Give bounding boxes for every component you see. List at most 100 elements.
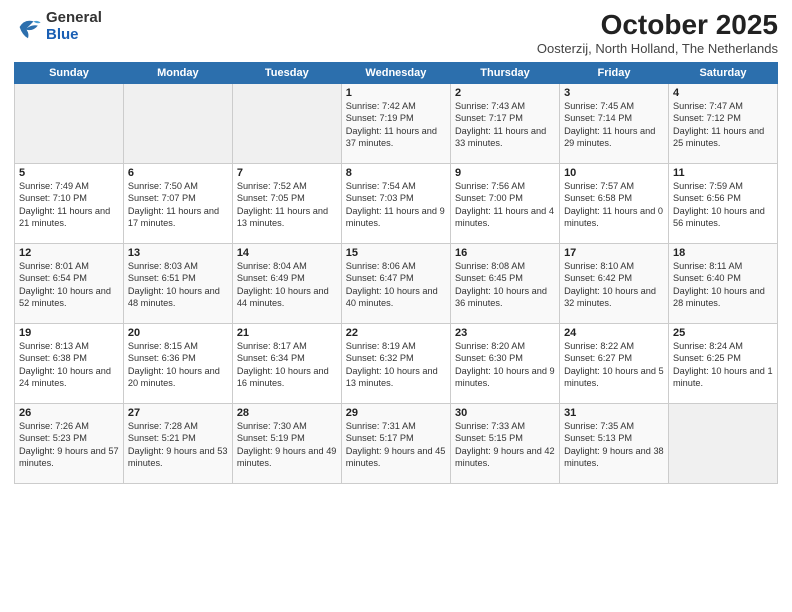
- day-info: Sunrise: 7:43 AM Sunset: 7:17 PM Dayligh…: [455, 100, 555, 150]
- table-row: 9Sunrise: 7:56 AM Sunset: 7:00 PM Daylig…: [451, 163, 560, 243]
- table-row: 26Sunrise: 7:26 AM Sunset: 5:23 PM Dayli…: [15, 403, 124, 483]
- calendar-week-row: 19Sunrise: 8:13 AM Sunset: 6:38 PM Dayli…: [15, 323, 778, 403]
- day-info: Sunrise: 7:28 AM Sunset: 5:21 PM Dayligh…: [128, 420, 228, 470]
- day-info: Sunrise: 8:17 AM Sunset: 6:34 PM Dayligh…: [237, 340, 337, 390]
- day-info: Sunrise: 7:57 AM Sunset: 6:58 PM Dayligh…: [564, 180, 664, 230]
- logo-general: General: [46, 9, 102, 26]
- table-row: 16Sunrise: 8:08 AM Sunset: 6:45 PM Dayli…: [451, 243, 560, 323]
- day-number: 23: [455, 327, 555, 339]
- table-row: 5Sunrise: 7:49 AM Sunset: 7:10 PM Daylig…: [15, 163, 124, 243]
- day-info: Sunrise: 7:52 AM Sunset: 7:05 PM Dayligh…: [237, 180, 337, 230]
- table-row: 30Sunrise: 7:33 AM Sunset: 5:15 PM Dayli…: [451, 403, 560, 483]
- table-row: 11Sunrise: 7:59 AM Sunset: 6:56 PM Dayli…: [668, 163, 777, 243]
- day-number: 30: [455, 407, 555, 419]
- day-info: Sunrise: 8:24 AM Sunset: 6:25 PM Dayligh…: [673, 340, 773, 390]
- table-row: 1Sunrise: 7:42 AM Sunset: 7:19 PM Daylig…: [341, 83, 450, 163]
- calendar-week-row: 26Sunrise: 7:26 AM Sunset: 5:23 PM Dayli…: [15, 403, 778, 483]
- day-number: 22: [346, 327, 446, 339]
- day-number: 31: [564, 407, 664, 419]
- day-number: 16: [455, 247, 555, 259]
- day-info: Sunrise: 7:30 AM Sunset: 5:19 PM Dayligh…: [237, 420, 337, 470]
- day-number: 25: [673, 327, 773, 339]
- table-row: [15, 83, 124, 163]
- day-info: Sunrise: 7:31 AM Sunset: 5:17 PM Dayligh…: [346, 420, 446, 470]
- logo-icon: [14, 13, 42, 41]
- day-number: 15: [346, 247, 446, 259]
- day-number: 28: [237, 407, 337, 419]
- day-info: Sunrise: 8:04 AM Sunset: 6:49 PM Dayligh…: [237, 260, 337, 310]
- day-info: Sunrise: 8:08 AM Sunset: 6:45 PM Dayligh…: [455, 260, 555, 310]
- table-row: 22Sunrise: 8:19 AM Sunset: 6:32 PM Dayli…: [341, 323, 450, 403]
- table-row: 8Sunrise: 7:54 AM Sunset: 7:03 PM Daylig…: [341, 163, 450, 243]
- logo-blue: Blue: [46, 26, 79, 43]
- day-info: Sunrise: 7:35 AM Sunset: 5:13 PM Dayligh…: [564, 420, 664, 470]
- table-row: 3Sunrise: 7:45 AM Sunset: 7:14 PM Daylig…: [560, 83, 669, 163]
- day-number: 11: [673, 167, 773, 179]
- col-tuesday: Tuesday: [232, 62, 341, 83]
- table-row: 18Sunrise: 8:11 AM Sunset: 6:40 PM Dayli…: [668, 243, 777, 323]
- table-row: 7Sunrise: 7:52 AM Sunset: 7:05 PM Daylig…: [232, 163, 341, 243]
- day-number: 18: [673, 247, 773, 259]
- table-row: 6Sunrise: 7:50 AM Sunset: 7:07 PM Daylig…: [123, 163, 232, 243]
- day-number: 14: [237, 247, 337, 259]
- table-row: [123, 83, 232, 163]
- day-info: Sunrise: 7:54 AM Sunset: 7:03 PM Dayligh…: [346, 180, 446, 230]
- day-number: 3: [564, 87, 664, 99]
- day-number: 24: [564, 327, 664, 339]
- day-number: 20: [128, 327, 228, 339]
- day-number: 10: [564, 167, 664, 179]
- table-row: [668, 403, 777, 483]
- calendar-week-row: 5Sunrise: 7:49 AM Sunset: 7:10 PM Daylig…: [15, 163, 778, 243]
- day-info: Sunrise: 7:56 AM Sunset: 7:00 PM Dayligh…: [455, 180, 555, 230]
- day-number: 8: [346, 167, 446, 179]
- day-number: 27: [128, 407, 228, 419]
- day-info: Sunrise: 8:13 AM Sunset: 6:38 PM Dayligh…: [19, 340, 119, 390]
- table-row: 17Sunrise: 8:10 AM Sunset: 6:42 PM Dayli…: [560, 243, 669, 323]
- table-row: 19Sunrise: 8:13 AM Sunset: 6:38 PM Dayli…: [15, 323, 124, 403]
- col-friday: Friday: [560, 62, 669, 83]
- day-number: 2: [455, 87, 555, 99]
- table-row: 10Sunrise: 7:57 AM Sunset: 6:58 PM Dayli…: [560, 163, 669, 243]
- day-info: Sunrise: 8:20 AM Sunset: 6:30 PM Dayligh…: [455, 340, 555, 390]
- day-number: 1: [346, 87, 446, 99]
- day-info: Sunrise: 7:42 AM Sunset: 7:19 PM Dayligh…: [346, 100, 446, 150]
- title-block: October 2025 Oosterzij, North Holland, T…: [537, 10, 778, 56]
- col-monday: Monday: [123, 62, 232, 83]
- table-row: 12Sunrise: 8:01 AM Sunset: 6:54 PM Dayli…: [15, 243, 124, 323]
- table-row: 27Sunrise: 7:28 AM Sunset: 5:21 PM Dayli…: [123, 403, 232, 483]
- day-info: Sunrise: 7:45 AM Sunset: 7:14 PM Dayligh…: [564, 100, 664, 150]
- day-number: 26: [19, 407, 119, 419]
- calendar-header-row: Sunday Monday Tuesday Wednesday Thursday…: [15, 62, 778, 83]
- main-container: General Blue October 2025 Oosterzij, Nor…: [0, 0, 792, 490]
- day-info: Sunrise: 8:03 AM Sunset: 6:51 PM Dayligh…: [128, 260, 228, 310]
- table-row: 2Sunrise: 7:43 AM Sunset: 7:17 PM Daylig…: [451, 83, 560, 163]
- day-number: 19: [19, 327, 119, 339]
- table-row: 15Sunrise: 8:06 AM Sunset: 6:47 PM Dayli…: [341, 243, 450, 323]
- day-info: Sunrise: 8:10 AM Sunset: 6:42 PM Dayligh…: [564, 260, 664, 310]
- day-info: Sunrise: 8:11 AM Sunset: 6:40 PM Dayligh…: [673, 260, 773, 310]
- day-number: 7: [237, 167, 337, 179]
- table-row: 20Sunrise: 8:15 AM Sunset: 6:36 PM Dayli…: [123, 323, 232, 403]
- table-row: 23Sunrise: 8:20 AM Sunset: 6:30 PM Dayli…: [451, 323, 560, 403]
- col-wednesday: Wednesday: [341, 62, 450, 83]
- col-saturday: Saturday: [668, 62, 777, 83]
- day-number: 21: [237, 327, 337, 339]
- logo-text: General Blue: [46, 10, 102, 43]
- day-info: Sunrise: 8:06 AM Sunset: 6:47 PM Dayligh…: [346, 260, 446, 310]
- day-number: 6: [128, 167, 228, 179]
- day-info: Sunrise: 7:49 AM Sunset: 7:10 PM Dayligh…: [19, 180, 119, 230]
- calendar-week-row: 12Sunrise: 8:01 AM Sunset: 6:54 PM Dayli…: [15, 243, 778, 323]
- table-row: 21Sunrise: 8:17 AM Sunset: 6:34 PM Dayli…: [232, 323, 341, 403]
- day-info: Sunrise: 8:22 AM Sunset: 6:27 PM Dayligh…: [564, 340, 664, 390]
- day-info: Sunrise: 7:33 AM Sunset: 5:15 PM Dayligh…: [455, 420, 555, 470]
- logo: General Blue: [14, 10, 102, 43]
- table-row: 24Sunrise: 8:22 AM Sunset: 6:27 PM Dayli…: [560, 323, 669, 403]
- header-row: General Blue October 2025 Oosterzij, Nor…: [14, 10, 778, 56]
- day-number: 17: [564, 247, 664, 259]
- table-row: 13Sunrise: 8:03 AM Sunset: 6:51 PM Dayli…: [123, 243, 232, 323]
- day-number: 4: [673, 87, 773, 99]
- table-row: 14Sunrise: 8:04 AM Sunset: 6:49 PM Dayli…: [232, 243, 341, 323]
- day-number: 5: [19, 167, 119, 179]
- day-number: 12: [19, 247, 119, 259]
- table-row: 28Sunrise: 7:30 AM Sunset: 5:19 PM Dayli…: [232, 403, 341, 483]
